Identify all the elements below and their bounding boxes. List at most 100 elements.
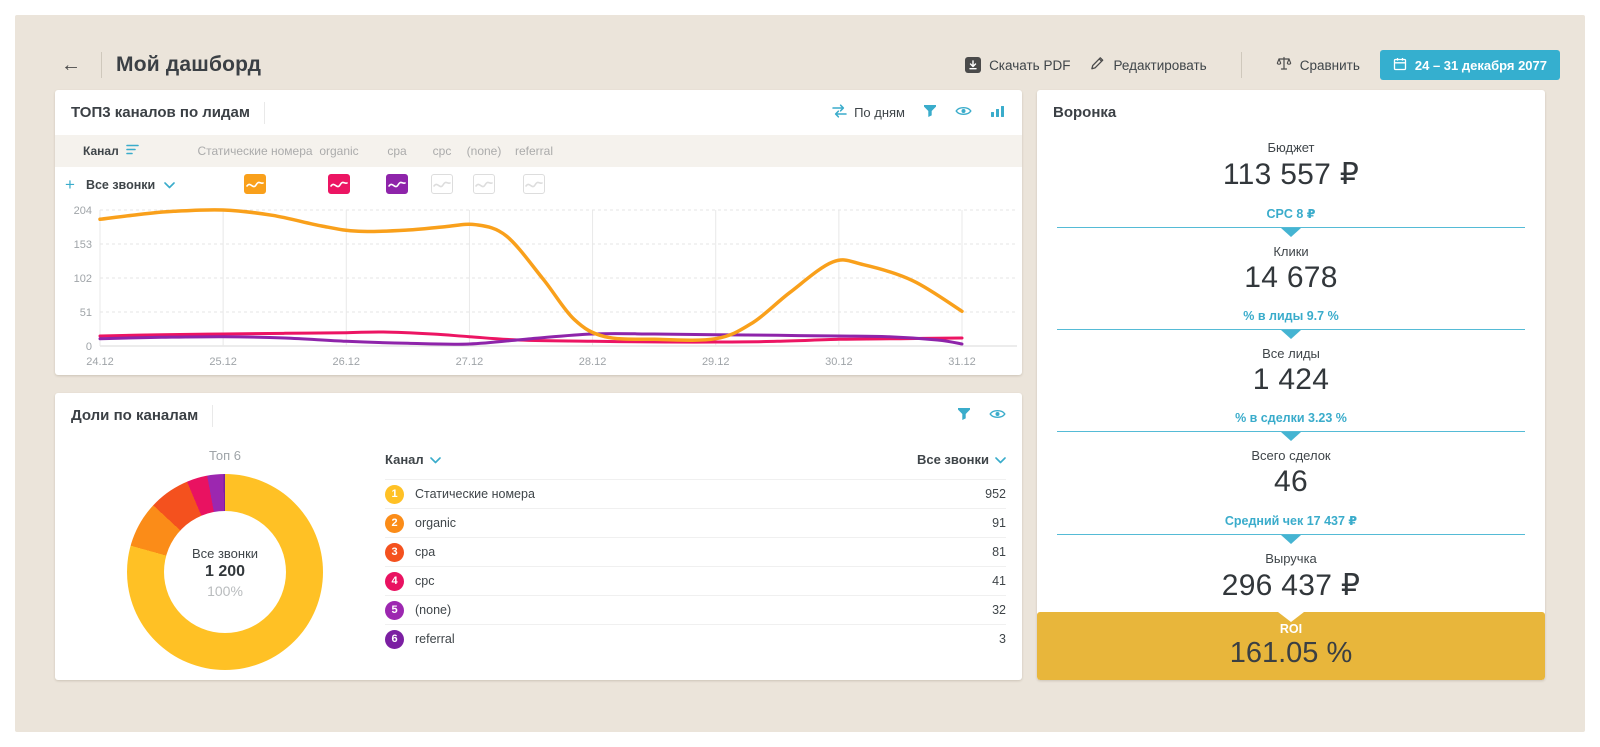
chart-type-button[interactable]: [990, 105, 1006, 121]
topbar: ← Мой дашборд Скачать PDF Редактировать: [55, 45, 1560, 85]
col-value-label: Все звонки: [917, 452, 989, 467]
topbar-actions: Скачать PDF Редактировать Сравнить 24 –: [965, 50, 1560, 80]
channel-name: organic: [415, 516, 456, 530]
channel-row[interactable]: 5 (none) 32: [385, 595, 1006, 624]
svg-text:204: 204: [74, 205, 92, 217]
funnel-connector: Средний чек 17 437 ₽: [1037, 508, 1545, 546]
series-swatch[interactable]: [473, 174, 495, 197]
download-icon: [965, 57, 981, 73]
roi-block: ROI161.05 %: [1037, 612, 1545, 680]
channel-row[interactable]: 3cpa81: [385, 537, 1006, 566]
funnel-panel-title: Воронка: [1053, 104, 1116, 121]
leads-line-chart[interactable]: 20415310251024.1225.1226.1227.1228.1229.…: [55, 203, 1022, 373]
channel-value: 3: [999, 632, 1006, 646]
back-button[interactable]: ←: [55, 55, 87, 75]
series-selector[interactable]: + Все звонки: [83, 175, 205, 195]
series-swatch[interactable]: [523, 174, 545, 197]
svg-text:28.12: 28.12: [579, 356, 607, 368]
sort-by-value-button[interactable]: Все звонки: [917, 452, 1006, 467]
channels-table-header: Канал Все звонки: [385, 450, 1006, 479]
divider: [1241, 52, 1242, 78]
stage-label: Всего сделок: [1037, 448, 1545, 463]
donut-column: Топ 6 Все звонки 1 200 100%: [55, 438, 385, 653]
connector-line: [1057, 329, 1525, 341]
donut-center-value: 1 200: [205, 563, 245, 581]
roi-label: ROI: [1280, 622, 1302, 636]
stage-value: 1 424: [1037, 363, 1545, 397]
channel-columns-header: Канал Статические номераorganiccpacpc(no…: [55, 135, 1022, 167]
download-pdf-button[interactable]: Скачать PDF: [965, 57, 1070, 73]
connector-line: [1057, 534, 1525, 546]
stage-value: 46: [1037, 465, 1545, 499]
rank-badge: 5: [385, 601, 404, 620]
connector-line: [1057, 431, 1525, 443]
svg-text:25.12: 25.12: [209, 356, 237, 368]
add-icon[interactable]: +: [65, 175, 75, 195]
channel-row[interactable]: 4cpc41: [385, 566, 1006, 595]
svg-text:27.12: 27.12: [456, 356, 484, 368]
donut-chart[interactable]: Все звонки 1 200 100%: [127, 474, 323, 670]
channel-header-label: Канал: [83, 144, 119, 158]
series-swatch[interactable]: [328, 174, 350, 197]
funnel-connector: CPC 8 ₽: [1037, 201, 1545, 239]
series-swatch[interactable]: [386, 174, 408, 197]
series-swatch[interactable]: [244, 174, 266, 197]
edit-label: Редактировать: [1113, 58, 1206, 73]
column-header: cpc: [433, 144, 452, 158]
stage-value: 296 437 ₽: [1037, 568, 1545, 603]
svg-text:102: 102: [74, 273, 92, 285]
funnel-connector: % в сделки 3.23 %: [1037, 406, 1545, 443]
pencil-icon: [1090, 56, 1105, 74]
divider: [101, 52, 102, 78]
dashboard-background: ← Мой дашборд Скачать PDF Редактировать: [15, 15, 1585, 732]
date-range-button[interactable]: 24 – 31 декабря 2077: [1380, 50, 1560, 80]
series-legend-row: + Все звонки: [55, 167, 1022, 203]
funnel-stage: Выручка296 437 ₽: [1037, 546, 1545, 612]
leads-panel-actions: По дням: [832, 104, 1006, 121]
chevron-down-icon: [995, 452, 1006, 467]
funnel-connector: % в лиды 9.7 %: [1037, 304, 1545, 341]
column-header: Статические номера: [197, 144, 312, 158]
group-by-label: По дням: [854, 105, 905, 120]
channel-name: (none): [415, 603, 451, 617]
sliders-icon: [832, 104, 847, 121]
edit-button[interactable]: Редактировать: [1090, 56, 1206, 74]
channel-value: 952: [985, 487, 1006, 501]
channel-name: cpa: [415, 545, 435, 559]
arrow-down-notch-icon: [1278, 612, 1304, 622]
sort-icon[interactable]: [126, 144, 139, 158]
scales-icon: [1276, 56, 1292, 74]
funnel-stage: Бюджет113 557 ₽: [1037, 135, 1545, 201]
funnel-panel-header: Воронка: [1037, 90, 1545, 135]
svg-text:31.12: 31.12: [948, 356, 976, 368]
chevron-down-icon: [164, 178, 175, 192]
filter-button[interactable]: [923, 104, 937, 121]
stage-label: Клики: [1037, 244, 1545, 259]
channel-name: referral: [415, 632, 455, 646]
svg-text:24.12: 24.12: [86, 356, 114, 368]
roi-value: 161.05 %: [1230, 637, 1353, 670]
sort-by-channel-button[interactable]: Канал: [385, 452, 441, 467]
shares-panel: Доли по каналам Топ 6: [55, 393, 1022, 680]
line-chart-svg: 20415310251024.1225.1226.1227.1228.1229.…: [55, 203, 1022, 373]
compare-button[interactable]: Сравнить: [1276, 56, 1360, 74]
column-header: referral: [515, 144, 553, 158]
channel-row[interactable]: 1Статические номера952: [385, 479, 1006, 508]
visibility-button[interactable]: [955, 105, 972, 120]
arrow-down-icon: [1281, 535, 1301, 544]
channel-row[interactable]: 2organic91: [385, 508, 1006, 537]
series-swatch[interactable]: [431, 174, 453, 197]
shares-panel-header: Доли по каналам: [55, 393, 1022, 438]
eye-icon: [989, 408, 1006, 423]
channels-table: Канал Все звонки 1Статические номера9522…: [385, 438, 1006, 653]
channel-row[interactable]: 6referral3: [385, 624, 1006, 653]
rank-badge: 3: [385, 543, 404, 562]
channel-column-title: Канал: [83, 144, 205, 158]
channel-value: 32: [992, 603, 1006, 617]
filter-button[interactable]: [957, 407, 971, 424]
visibility-button[interactable]: [989, 408, 1006, 423]
column-header: organic: [319, 144, 358, 158]
group-by-days-button[interactable]: По дням: [832, 104, 905, 121]
funnel-stage: Клики14 678: [1037, 239, 1545, 304]
funnel-stage: Всего сделок 46: [1037, 443, 1545, 508]
